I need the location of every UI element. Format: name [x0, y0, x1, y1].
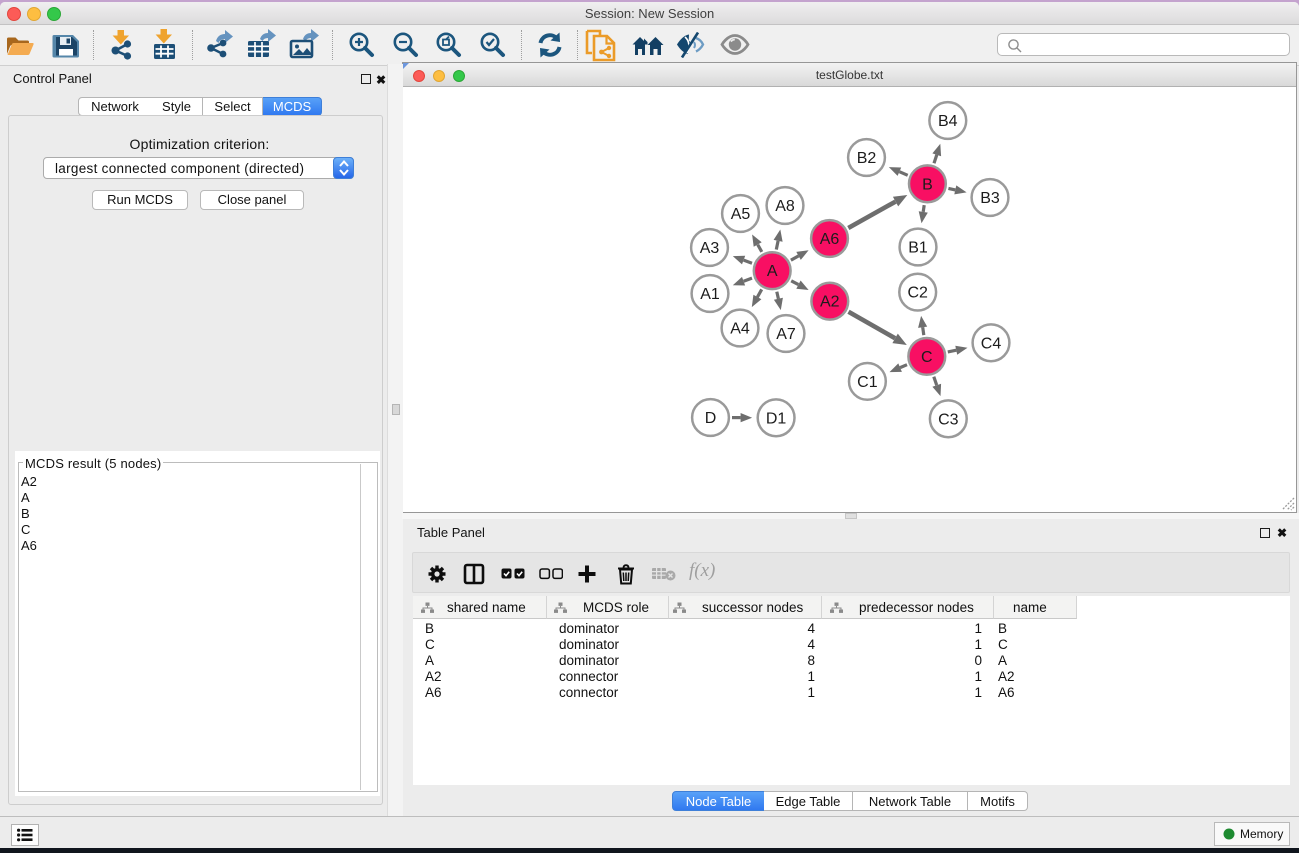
svg-text:A: A	[767, 263, 778, 280]
svg-text:D1: D1	[766, 410, 787, 427]
svg-text:A1: A1	[700, 286, 720, 303]
svg-text:A6: A6	[820, 231, 840, 248]
svg-text:B1: B1	[908, 240, 928, 257]
svg-text:B2: B2	[857, 150, 877, 167]
svg-text:C3: C3	[938, 411, 959, 428]
svg-text:A4: A4	[730, 321, 750, 338]
svg-text:C: C	[921, 349, 933, 366]
svg-text:A3: A3	[700, 240, 720, 257]
svg-text:A7: A7	[776, 326, 796, 343]
svg-text:B4: B4	[938, 113, 958, 130]
svg-text:C2: C2	[907, 285, 928, 302]
svg-text:A5: A5	[731, 206, 751, 223]
svg-text:A8: A8	[775, 198, 795, 215]
svg-text:B: B	[922, 176, 933, 193]
svg-text:C4: C4	[981, 335, 1002, 352]
svg-text:C1: C1	[857, 374, 878, 391]
svg-text:B3: B3	[980, 190, 1000, 207]
svg-text:D: D	[705, 410, 717, 427]
svg-text:A2: A2	[820, 294, 840, 311]
